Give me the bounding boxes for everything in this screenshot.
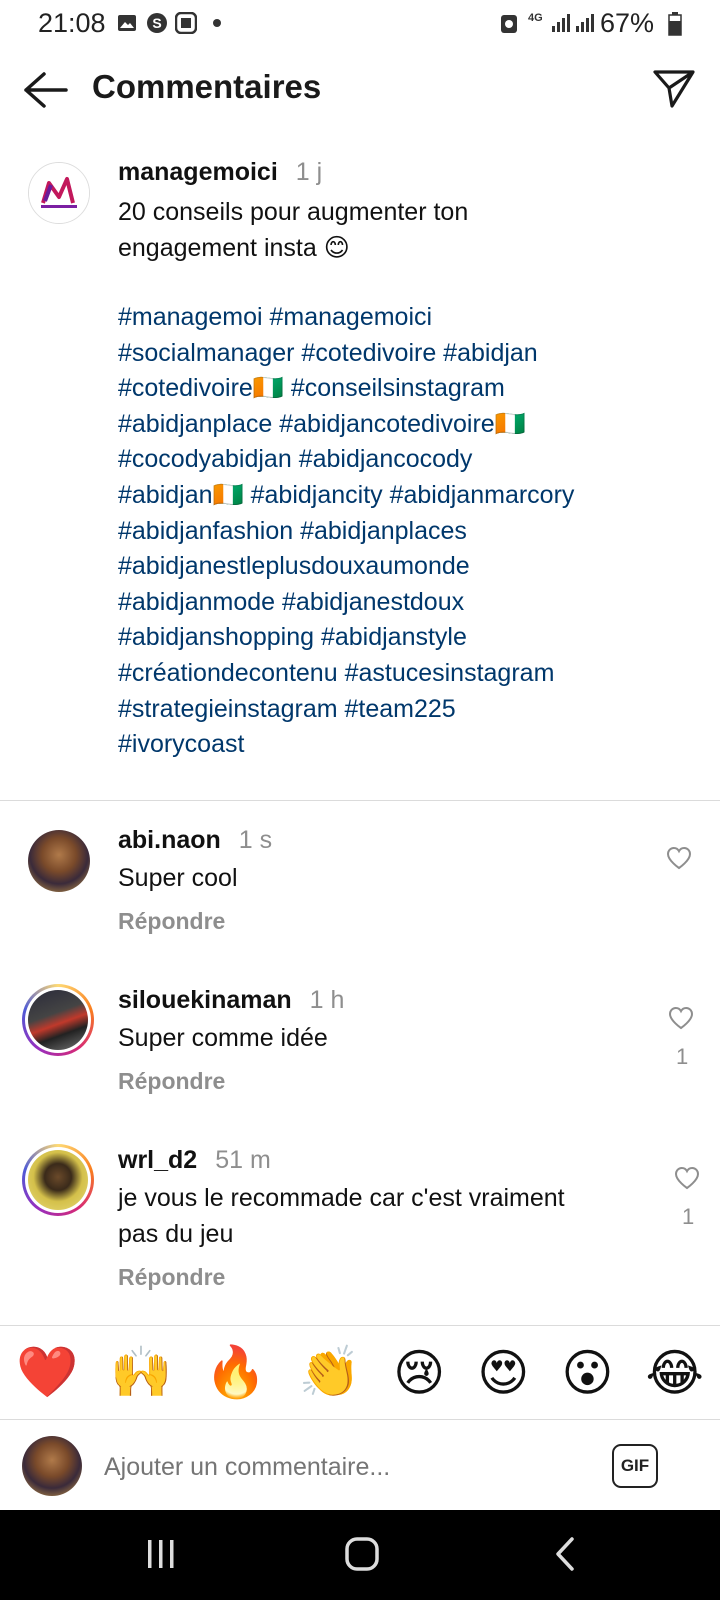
dot-icon <box>206 12 228 34</box>
gif-button[interactable]: GIF <box>612 1444 658 1488</box>
emoji-reaction-button[interactable]: 😮 <box>561 1344 613 1402</box>
app-icon <box>175 12 197 34</box>
like-comment-button[interactable] <box>666 846 692 870</box>
page-title: Commentaires <box>92 68 322 105</box>
comment-time: 51 m <box>215 1146 271 1174</box>
hashtag-line[interactable]: #ivorycoast <box>118 727 708 763</box>
battery-icon <box>668 12 682 41</box>
hashtag-line[interactable]: #abidjanshopping #abidjanstyle <box>118 620 708 656</box>
home-icon <box>345 1537 379 1571</box>
emoji-quick-bar: ❤️ 🙌 🔥 👏 😢 😍 😮 😂 <box>0 1330 720 1415</box>
comment-header: abi.naon 1 s <box>118 826 272 855</box>
system-back-button[interactable] <box>552 1536 578 1577</box>
hashtag-line[interactable]: #socialmanager #cotedivoire #abidjan <box>118 336 708 372</box>
hashtag-line[interactable]: #abidjanestleplusdouxaumonde <box>118 549 708 585</box>
reply-button[interactable]: Répondre <box>118 908 225 935</box>
caption-header: managemoici 1 j <box>118 158 322 187</box>
comment-text: Super comme idée <box>118 1024 328 1052</box>
reply-button[interactable]: Répondre <box>118 1264 225 1291</box>
divider <box>0 800 720 801</box>
home-button[interactable] <box>344 1536 380 1577</box>
comment-text: Super cool <box>118 864 238 892</box>
signal-icon <box>550 12 598 39</box>
emoji-reaction-button[interactable]: 👏 <box>299 1343 361 1402</box>
emoji-reaction-button[interactable]: ❤️ <box>16 1343 78 1402</box>
divider <box>0 1419 720 1420</box>
hashtag-line[interactable]: #abidjan🇨🇮 #abidjancity #abidjanmarcory <box>118 478 708 514</box>
caption-author-avatar[interactable] <box>28 162 90 224</box>
hashtag-line[interactable]: #managemoi #managemoici <box>118 300 708 336</box>
like-comment-button[interactable] <box>668 1006 694 1030</box>
like-comment-button[interactable] <box>674 1166 700 1190</box>
status-time: 21:08 <box>38 8 106 38</box>
comment-time: 1 s <box>238 826 273 854</box>
caption-username[interactable]: managemoici <box>118 158 278 186</box>
emoji-reaction-button[interactable]: 😍 <box>477 1344 529 1402</box>
back-button[interactable] <box>22 70 68 110</box>
comment-avatar-story[interactable] <box>22 984 94 1056</box>
status-bar: 21:08 S 4G 67% <box>0 0 720 48</box>
hashtag-line[interactable]: #abidjanplace #abidjancotedivoire🇨🇮 <box>118 407 708 443</box>
hashtag-line[interactable]: #cocodyabidjan #abidjancocody <box>118 442 708 478</box>
hashtag-line[interactable]: #abidjanfashion #abidjanplaces <box>118 514 708 550</box>
data-saver-icon <box>498 12 520 34</box>
managemoi-logo <box>29 163 89 223</box>
divider <box>0 1325 720 1326</box>
heart-icon <box>674 1166 700 1190</box>
hashtag-line[interactable]: #créationdecontenu #astucesinstagram <box>118 656 708 692</box>
comment-input[interactable] <box>102 1452 576 1483</box>
reply-button[interactable]: Répondre <box>118 1068 225 1095</box>
emoji-reaction-button[interactable]: 🙌 <box>110 1343 172 1402</box>
system-nav-bar <box>0 1510 720 1600</box>
emoji-reaction-button[interactable]: 😂 <box>646 1344 704 1402</box>
comment-username[interactable]: abi.naon <box>118 826 221 854</box>
comment-header: wrl_d2 51 m <box>118 1146 271 1175</box>
recent-apps-icon <box>148 1540 174 1568</box>
gallery-icon <box>116 12 138 34</box>
current-user-avatar <box>22 1436 82 1496</box>
comment-time: 1 h <box>309 986 345 1014</box>
comment-header: silouekinaman 1 h <box>118 986 344 1015</box>
hashtag-line[interactable]: #cotedivoire🇨🇮 #conseilsinstagram <box>118 371 708 407</box>
hashtag-line[interactable]: #abidjanmode #abidjanestdoux <box>118 585 708 621</box>
caption-text: 20 conseils pour augmenter ton engagemen… <box>118 198 469 262</box>
comment-like-count: 1 <box>676 1044 689 1069</box>
comment-username[interactable]: silouekinaman <box>118 986 292 1014</box>
send-icon <box>653 70 695 108</box>
heart-icon <box>668 1006 694 1030</box>
recent-apps-button[interactable] <box>144 1538 178 1575</box>
caption-time: 1 j <box>295 158 323 186</box>
network-type: 4G <box>528 12 543 24</box>
share-button[interactable] <box>652 68 696 110</box>
emoji-reaction-button[interactable]: 😢 <box>393 1344 445 1402</box>
comment-like-count: 1 <box>682 1204 695 1229</box>
svg-text:S: S <box>152 15 161 31</box>
heart-icon <box>666 846 692 870</box>
emoji-reaction-button[interactable]: 🔥 <box>205 1343 267 1402</box>
hashtag-line[interactable]: #strategieinstagram #team225 <box>118 692 708 728</box>
comment-text: je vous le recommade car c'est vraiment … <box>118 1184 565 1248</box>
arrow-left-icon <box>24 72 68 108</box>
comment-avatar[interactable] <box>28 830 90 892</box>
comment-username[interactable]: wrl_d2 <box>118 1146 197 1174</box>
caption-hashtags: #managemoi #managemoici #socialmanager #c… <box>118 300 708 763</box>
battery-percent: 67% <box>600 8 655 38</box>
chevron-left-icon <box>556 1537 574 1571</box>
comment-avatar-story[interactable] <box>22 1144 94 1216</box>
skype-icon: S <box>146 12 168 34</box>
